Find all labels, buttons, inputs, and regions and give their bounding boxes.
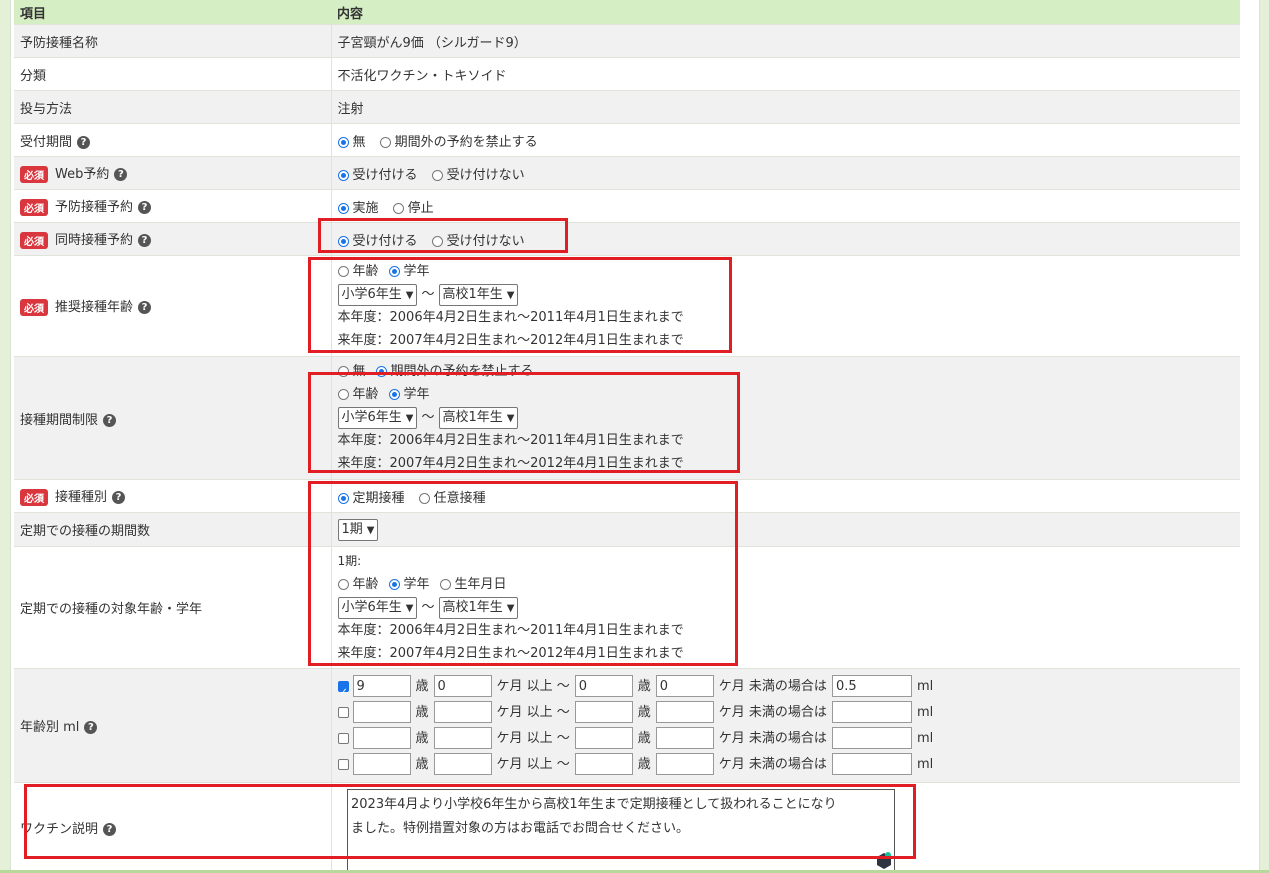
- value-method: 注射: [331, 90, 1240, 124]
- help-icon[interactable]: ?: [114, 168, 128, 181]
- label-web: Web予約: [55, 167, 110, 182]
- age-from-input[interactable]: 9: [352, 675, 411, 697]
- label-recommended: 推奨接種年齢: [55, 300, 134, 315]
- label-method: 投与方法: [14, 90, 332, 124]
- label-simultaneous: 同時接種予約: [55, 233, 134, 248]
- ml-input[interactable]: [831, 753, 912, 775]
- table-row: 分類 不活化ワクチン・トキソイド: [14, 57, 1240, 91]
- age-from-input[interactable]: [352, 753, 411, 775]
- dose-row: 歳ケ月 以上 〜歳ケ月 未満の場合は ml: [337, 700, 1235, 726]
- radio-web-reject[interactable]: 受け付けない: [431, 168, 525, 183]
- dose-checkbox-1[interactable]: [337, 680, 349, 706]
- age-from-input[interactable]: [352, 727, 411, 749]
- table-row: 必須 Web予約? 受け付ける 受け付けない: [14, 156, 1240, 190]
- table-header: 項目 内容: [14, 0, 1240, 25]
- help-icon[interactable]: ?: [77, 135, 91, 149]
- month-from-input[interactable]: [433, 753, 492, 775]
- table-row: 投与方法 注射: [14, 90, 1240, 124]
- table-row: 受付期間? 無 期間外の予約を禁止する: [14, 123, 1240, 157]
- age-to-input[interactable]: [574, 753, 633, 775]
- required-badge: 必須: [20, 199, 48, 216]
- help-icon[interactable]: ?: [138, 234, 152, 247]
- highlight-recommended-age: [308, 257, 732, 353]
- radio-web-accept[interactable]: 受け付ける: [337, 168, 418, 183]
- radio-unchecked-icon: [392, 202, 404, 214]
- highlight-type-target: [308, 481, 738, 666]
- label-category: 分類: [14, 57, 332, 91]
- required-badge: 必須: [20, 232, 48, 249]
- right-background: [1259, 0, 1269, 873]
- month-to-input[interactable]: [655, 701, 714, 723]
- age-from-input[interactable]: [352, 701, 411, 723]
- ml-input[interactable]: [831, 727, 912, 749]
- ml-input[interactable]: [831, 701, 912, 723]
- table-row: 必須 同時接種予約? 受け付ける 受け付けない: [14, 222, 1240, 256]
- label-period-limit: 接種期間制限: [20, 412, 99, 428]
- dose-row: 歳ケ月 以上 〜歳ケ月 未満の場合は ml: [337, 726, 1235, 752]
- dose-row: 歳ケ月 以上 〜歳ケ月 未満の場合は ml: [337, 752, 1235, 778]
- radio-checked-icon: [337, 136, 349, 148]
- value-name: 子宮頸がん9価 （シルガード9）: [331, 24, 1240, 58]
- dose-checkbox-3[interactable]: [337, 732, 349, 744]
- dose-checkbox-2[interactable]: [337, 706, 349, 718]
- table-row: 予防接種名称 子宮頸がん9価 （シルガード9）: [14, 24, 1240, 58]
- required-badge: 必須: [20, 299, 48, 316]
- left-background: [0, 0, 10, 873]
- dose-row: 9歳0ケ月 以上 〜0歳0ケ月 未満の場合は0.5ml: [337, 674, 1235, 706]
- required-badge: 必須: [20, 166, 48, 183]
- radio-booking-on[interactable]: 実施: [337, 201, 379, 216]
- age-to-input[interactable]: [574, 727, 633, 749]
- help-icon[interactable]: ?: [112, 491, 126, 504]
- month-from-input[interactable]: [433, 727, 492, 749]
- highlight-simultaneous: [318, 218, 568, 253]
- radio-booking-stop[interactable]: 停止: [392, 201, 434, 216]
- help-icon[interactable]: ?: [84, 721, 98, 734]
- month-to-input[interactable]: [655, 753, 714, 775]
- label-target-age: 定期での接種の対象年齢・学年: [14, 546, 332, 669]
- table-row: 年齢別 ml? 9歳0ケ月 以上 〜0歳0ケ月 未満の場合は0.5ml 歳ケ月 …: [14, 668, 1240, 783]
- label-dose: 年齢別 ml: [20, 720, 80, 735]
- age-to-input[interactable]: 0: [574, 675, 633, 697]
- label-type: 接種種別: [55, 490, 108, 505]
- radio-reception-none[interactable]: 無: [337, 135, 366, 150]
- label-name: 予防接種名称: [14, 24, 332, 58]
- ml-input[interactable]: 0.5: [831, 675, 912, 697]
- value-category: 不活化ワクチン・トキソイド: [331, 57, 1240, 91]
- month-from-input[interactable]: 0: [433, 675, 492, 697]
- help-icon[interactable]: ?: [103, 413, 117, 427]
- dose-checkbox-4[interactable]: [337, 758, 349, 770]
- label-period-count: 定期での接種の期間数: [14, 512, 332, 547]
- radio-checked-icon: [337, 202, 349, 214]
- help-icon[interactable]: ?: [138, 201, 152, 214]
- age-to-input[interactable]: [574, 701, 633, 723]
- radio-unchecked-icon: [431, 169, 443, 181]
- highlight-period-limit: [308, 372, 740, 473]
- header-item: 項目: [14, 0, 331, 25]
- month-to-input[interactable]: 0: [655, 675, 714, 697]
- radio-checked-icon: [337, 169, 349, 181]
- month-from-input[interactable]: [433, 701, 492, 723]
- month-to-input[interactable]: [655, 727, 714, 749]
- label-booking: 予防接種予約: [55, 200, 134, 215]
- table-row: 必須 予防接種予約? 実施 停止: [14, 189, 1240, 223]
- header-content: 内容: [331, 0, 1240, 25]
- required-badge: 必須: [20, 489, 48, 506]
- label-reception: 受付期間: [20, 134, 73, 150]
- highlight-description: [24, 784, 916, 859]
- help-icon[interactable]: ?: [138, 301, 152, 314]
- radio-unchecked-icon: [379, 136, 391, 148]
- radio-reception-forbid[interactable]: 期間外の予約を禁止する: [379, 135, 538, 150]
